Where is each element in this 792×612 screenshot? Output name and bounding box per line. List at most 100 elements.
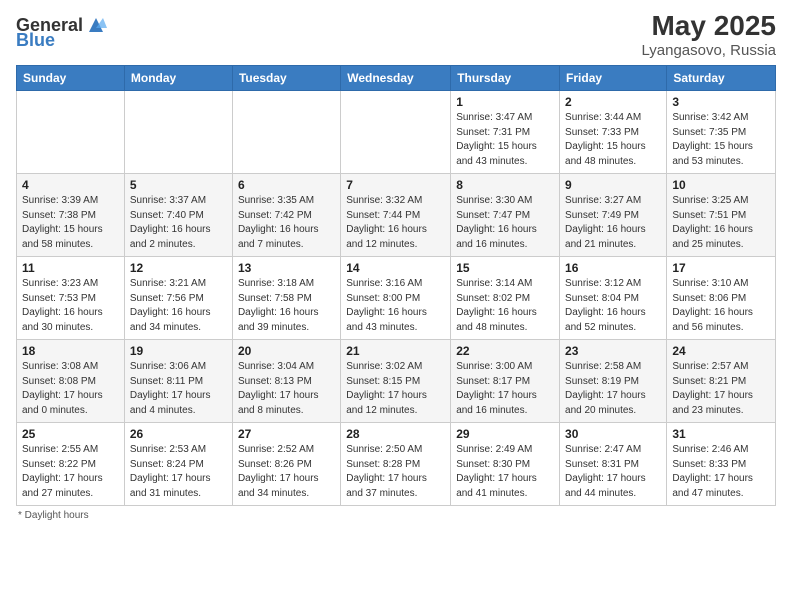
week-row-3: 11Sunrise: 3:23 AM Sunset: 7:53 PM Dayli… [17, 257, 776, 340]
calendar-cell: 7Sunrise: 3:32 AM Sunset: 7:44 PM Daylig… [341, 174, 451, 257]
day-info: Sunrise: 2:53 AM Sunset: 8:24 PM Dayligh… [130, 443, 227, 501]
day-number: 18 [22, 344, 119, 358]
week-row-2: 4Sunrise: 3:39 AM Sunset: 7:38 PM Daylig… [17, 174, 776, 257]
calendar-cell: 17 Sunrise: 3:10 AM Sunset: 8:06 PM Dayli… [667, 257, 776, 340]
calendar-cell: 9Sunrise: 3:27 AM Sunset: 7:49 PM Daylig… [560, 174, 667, 257]
calendar-cell: 23 Sunrise: 2:58 AM Sunset: 8:19 PM Dayli… [560, 340, 667, 423]
day-info: Sunrise: 3:30 AM Sunset: 7:47 PM Dayligh… [456, 194, 554, 252]
header: General Blue May 2025 Lyangasovo, Russia [16, 10, 776, 59]
day-info: Sunrise: 3:42 AM Sunset: 7:35 PM Dayligh… [672, 111, 770, 169]
day-number: 25 [22, 427, 119, 441]
calendar-cell: 3 Sunrise: 3:42 AM Sunset: 7:35 PM Daylig… [667, 91, 776, 174]
calendar-cell: 29 Sunrise: 2:49 AM Sunset: 8:30 PM Dayli… [451, 423, 560, 506]
col-header-monday: Monday [124, 66, 232, 91]
calendar-table: SundayMondayTuesdayWednesdayThursdayFrid… [16, 65, 776, 506]
day-info: Sunrise: 2:55 AM Sunset: 8:22 PM Dayligh… [22, 443, 119, 501]
week-row-4: 18Sunrise: 3:08 AM Sunset: 8:08 PM Dayli… [17, 340, 776, 423]
day-number: 3 [672, 95, 770, 109]
calendar-cell: 28Sunrise: 2:50 AM Sunset: 8:28 PM Dayli… [341, 423, 451, 506]
day-info: Sunrise: 3:12 AM Sunset: 8:04 PM Dayligh… [565, 277, 661, 335]
day-info: Sunrise: 3:23 AM Sunset: 7:53 PM Dayligh… [22, 277, 119, 335]
day-info: Sunrise: 2:57 AM Sunset: 8:21 PM Dayligh… [672, 360, 770, 418]
day-info: Sunrise: 2:52 AM Sunset: 8:26 PM Dayligh… [238, 443, 335, 501]
calendar-cell: 11Sunrise: 3:23 AM Sunset: 7:53 PM Dayli… [17, 257, 125, 340]
footer-daylight-label: Daylight hours [25, 510, 89, 521]
day-info: Sunrise: 3:14 AM Sunset: 8:02 PM Dayligh… [456, 277, 554, 335]
day-number: 8 [456, 178, 554, 192]
day-number: 9 [565, 178, 661, 192]
day-number: 12 [130, 261, 227, 275]
day-info: Sunrise: 2:47 AM Sunset: 8:31 PM Dayligh… [565, 443, 661, 501]
calendar-cell: 24 Sunrise: 2:57 AM Sunset: 8:21 PM Dayli… [667, 340, 776, 423]
calendar-cell: 27 Sunrise: 2:52 AM Sunset: 8:26 PM Dayli… [232, 423, 340, 506]
day-number: 31 [672, 427, 770, 441]
calendar-cell: 6 Sunrise: 3:35 AM Sunset: 7:42 PM Daylig… [232, 174, 340, 257]
day-number: 2 [565, 95, 661, 109]
calendar-cell: 20 Sunrise: 3:04 AM Sunset: 8:13 PM Dayli… [232, 340, 340, 423]
day-number: 6 [238, 178, 335, 192]
day-number: 22 [456, 344, 554, 358]
day-number: 27 [238, 427, 335, 441]
day-info: Sunrise: 3:39 AM Sunset: 7:38 PM Dayligh… [22, 194, 119, 252]
day-number: 17 [672, 261, 770, 275]
col-header-sunday: Sunday [17, 66, 125, 91]
day-number: 1 [456, 95, 554, 109]
day-number: 30 [565, 427, 661, 441]
calendar-cell [232, 91, 340, 174]
day-number: 24 [672, 344, 770, 358]
calendar-cell: 19 Sunrise: 3:06 AM Sunset: 8:11 PM Dayli… [124, 340, 232, 423]
day-info: Sunrise: 3:00 AM Sunset: 8:17 PM Dayligh… [456, 360, 554, 418]
week-row-5: 25 Sunrise: 2:55 AM Sunset: 8:22 PM Dayli… [17, 423, 776, 506]
day-info: Sunrise: 3:06 AM Sunset: 8:11 PM Dayligh… [130, 360, 227, 418]
day-number: 20 [238, 344, 335, 358]
calendar-cell [124, 91, 232, 174]
col-header-friday: Friday [560, 66, 667, 91]
day-number: 14 [346, 261, 445, 275]
day-info: Sunrise: 2:58 AM Sunset: 8:19 PM Dayligh… [565, 360, 661, 418]
day-number: 5 [130, 178, 227, 192]
col-header-tuesday: Tuesday [232, 66, 340, 91]
day-info: Sunrise: 3:02 AM Sunset: 8:15 PM Dayligh… [346, 360, 445, 418]
day-info: Sunrise: 3:44 AM Sunset: 7:33 PM Dayligh… [565, 111, 661, 169]
day-info: Sunrise: 2:50 AM Sunset: 8:28 PM Dayligh… [346, 443, 445, 501]
day-number: 16 [565, 261, 661, 275]
day-info: Sunrise: 3:16 AM Sunset: 8:00 PM Dayligh… [346, 277, 445, 335]
calendar-cell: 8 Sunrise: 3:30 AM Sunset: 7:47 PM Daylig… [451, 174, 560, 257]
logo-icon [85, 14, 107, 36]
location: Lyangasovo, Russia [641, 42, 776, 59]
week-row-1: 1 Sunrise: 3:47 AM Sunset: 7:31 PM Daylig… [17, 91, 776, 174]
title-block: May 2025 Lyangasovo, Russia [641, 10, 776, 59]
day-number: 19 [130, 344, 227, 358]
month-year: May 2025 [641, 10, 776, 42]
calendar-cell: 22 Sunrise: 3:00 AM Sunset: 8:17 PM Dayli… [451, 340, 560, 423]
calendar-cell: 10Sunrise: 3:25 AM Sunset: 7:51 PM Dayli… [667, 174, 776, 257]
calendar-cell: 2 Sunrise: 3:44 AM Sunset: 7:33 PM Daylig… [560, 91, 667, 174]
calendar-cell: 5 Sunrise: 3:37 AM Sunset: 7:40 PM Daylig… [124, 174, 232, 257]
calendar-cell: 13Sunrise: 3:18 AM Sunset: 7:58 PM Dayli… [232, 257, 340, 340]
col-header-saturday: Saturday [667, 66, 776, 91]
day-number: 26 [130, 427, 227, 441]
logo-blue-text: Blue [16, 30, 55, 51]
day-info: Sunrise: 3:10 AM Sunset: 8:06 PM Dayligh… [672, 277, 770, 335]
day-info: Sunrise: 2:46 AM Sunset: 8:33 PM Dayligh… [672, 443, 770, 501]
page: General Blue May 2025 Lyangasovo, Russia… [0, 0, 792, 612]
day-info: Sunrise: 3:47 AM Sunset: 7:31 PM Dayligh… [456, 111, 554, 169]
day-info: Sunrise: 3:25 AM Sunset: 7:51 PM Dayligh… [672, 194, 770, 252]
calendar-cell: 14 Sunrise: 3:16 AM Sunset: 8:00 PM Dayli… [341, 257, 451, 340]
day-number: 29 [456, 427, 554, 441]
day-number: 23 [565, 344, 661, 358]
day-number: 13 [238, 261, 335, 275]
day-info: Sunrise: 3:04 AM Sunset: 8:13 PM Dayligh… [238, 360, 335, 418]
day-number: 7 [346, 178, 445, 192]
day-info: Sunrise: 3:21 AM Sunset: 7:56 PM Dayligh… [130, 277, 227, 335]
calendar-cell: 25 Sunrise: 2:55 AM Sunset: 8:22 PM Dayli… [17, 423, 125, 506]
col-header-wednesday: Wednesday [341, 66, 451, 91]
calendar-cell: 21Sunrise: 3:02 AM Sunset: 8:15 PM Dayli… [341, 340, 451, 423]
calendar-cell [341, 91, 451, 174]
calendar-cell: 1 Sunrise: 3:47 AM Sunset: 7:31 PM Daylig… [451, 91, 560, 174]
day-info: Sunrise: 3:35 AM Sunset: 7:42 PM Dayligh… [238, 194, 335, 252]
day-info: Sunrise: 2:49 AM Sunset: 8:30 PM Dayligh… [456, 443, 554, 501]
calendar-cell: 12 Sunrise: 3:21 AM Sunset: 7:56 PM Dayli… [124, 257, 232, 340]
calendar-cell: 18Sunrise: 3:08 AM Sunset: 8:08 PM Dayli… [17, 340, 125, 423]
day-info: Sunrise: 3:37 AM Sunset: 7:40 PM Dayligh… [130, 194, 227, 252]
